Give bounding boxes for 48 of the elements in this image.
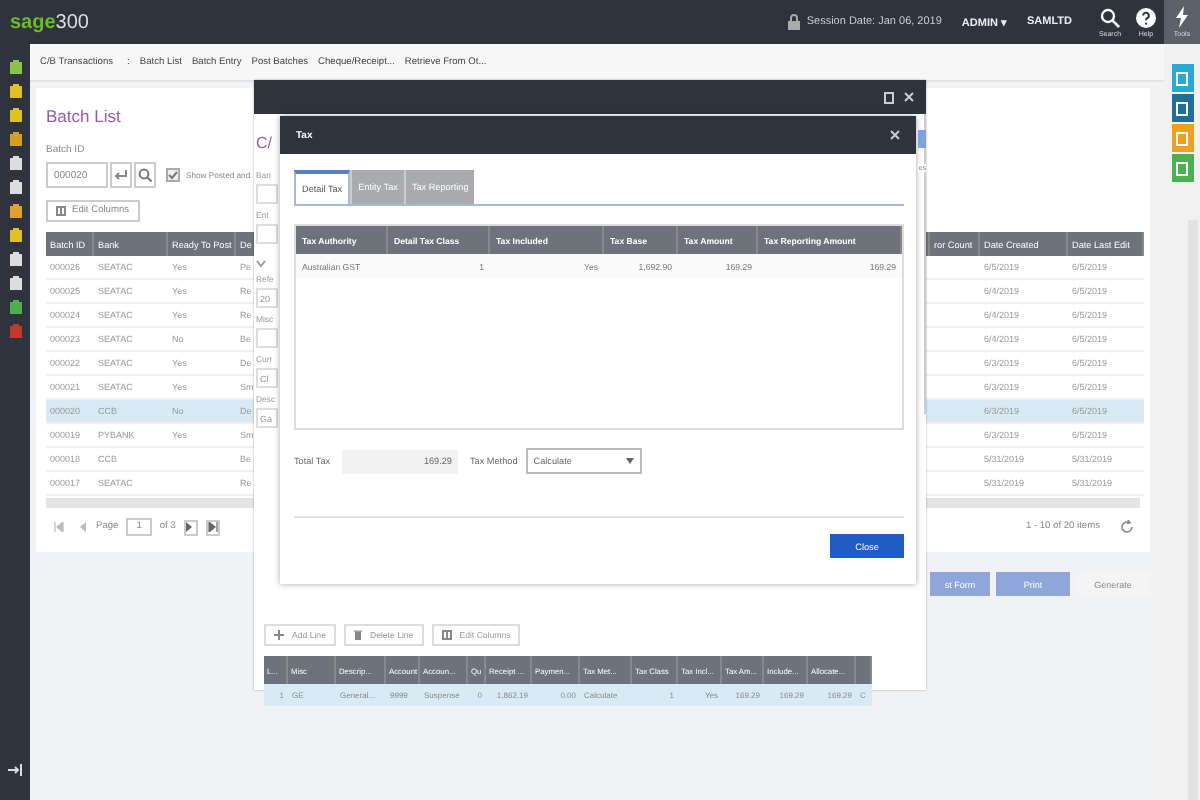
module-icon[interactable] [9, 204, 21, 218]
columns-icon [56, 206, 66, 216]
next-icon [186, 522, 195, 532]
first-icon [54, 522, 64, 532]
logout-icon[interactable] [8, 764, 22, 776]
search-icon [138, 168, 152, 182]
close-icon[interactable] [890, 130, 900, 140]
module-icon[interactable] [9, 60, 21, 74]
module-icon[interactable] [9, 108, 21, 122]
module-icon[interactable] [9, 276, 21, 290]
input-field[interactable] [256, 328, 278, 348]
return-icon [114, 170, 128, 180]
input-field[interactable] [256, 184, 278, 204]
search-icon [1100, 7, 1120, 27]
help-icon [1136, 7, 1156, 27]
checkbox[interactable] [166, 168, 180, 182]
restore-icon[interactable] [884, 91, 894, 103]
module-icon[interactable] [9, 180, 21, 194]
plus-icon [274, 630, 284, 640]
refresh-icon[interactable] [1120, 520, 1134, 534]
enter-button[interactable] [110, 162, 132, 188]
vertical-scrollbar[interactable] [923, 114, 926, 414]
trash-icon [353, 630, 362, 640]
input-field[interactable] [256, 224, 278, 244]
lightning-icon [1176, 6, 1188, 28]
next-page-button[interactable] [183, 519, 198, 535]
page-title: Batch List [46, 106, 123, 126]
columns-icon [441, 630, 452, 640]
lock-icon [788, 14, 801, 30]
window-title: C/ [256, 134, 272, 152]
module-icon[interactable] [9, 84, 21, 98]
module-icon[interactable] [9, 132, 21, 146]
last-page-button[interactable] [205, 519, 220, 535]
chevron-icon[interactable] [256, 260, 266, 268]
close-icon[interactable] [904, 92, 914, 102]
tool-icon[interactable] [1171, 154, 1193, 182]
tool-icon[interactable] [1171, 94, 1193, 122]
last-icon [207, 522, 218, 532]
module-icon[interactable] [9, 156, 21, 170]
module-icon[interactable] [9, 252, 21, 266]
logo: sage300 [10, 11, 89, 33]
table-cell [930, 400, 980, 424]
caret-icon [625, 458, 634, 464]
module-icon[interactable] [9, 300, 21, 314]
module-icon[interactable] [9, 228, 21, 242]
search-button[interactable] [134, 162, 156, 188]
previous-icon [77, 522, 85, 532]
tool-icon[interactable] [1171, 64, 1193, 92]
